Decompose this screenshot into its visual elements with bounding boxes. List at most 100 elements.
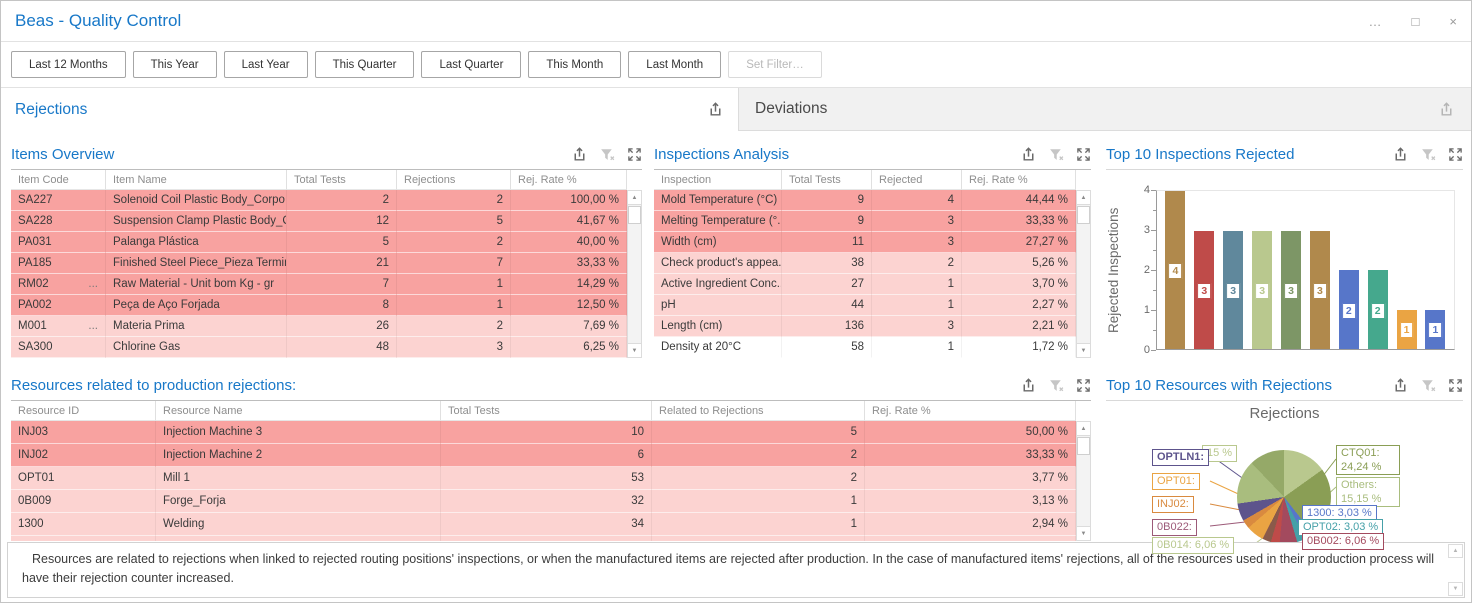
- close-icon[interactable]: ×: [1449, 14, 1457, 29]
- tab-deviations[interactable]: Deviations: [738, 88, 1471, 131]
- table-row[interactable]: Active Ingredient Conc...2713,70 %: [654, 274, 1076, 295]
- table-row[interactable]: pH4412,27 %: [654, 295, 1076, 316]
- scroll-down-icon[interactable]: ▼: [1076, 343, 1091, 358]
- maximize-icon[interactable]: □: [1412, 14, 1420, 29]
- scroll-up-icon[interactable]: ▲: [627, 190, 642, 205]
- table-row[interactable]: OPTLN1Production Line 111332,65 %: [11, 536, 1076, 541]
- bar[interactable]: 3: [1252, 231, 1272, 350]
- vertical-scrollbar[interactable]: ▲▼: [627, 190, 642, 358]
- bar[interactable]: 4: [1165, 191, 1185, 349]
- clear-filter-icon[interactable]: [1420, 377, 1437, 394]
- bar[interactable]: 3: [1310, 231, 1330, 350]
- expand-icon[interactable]: [627, 147, 642, 162]
- column-header[interactable]: Rej. Rate %: [962, 170, 1076, 190]
- pie-label-inj02[interactable]: INJ02:: [1152, 496, 1194, 513]
- column-header[interactable]: Total Tests: [782, 170, 872, 190]
- scroll-thumb[interactable]: [1077, 206, 1090, 224]
- pie-label-others[interactable]: Others: 15,15 %: [1336, 477, 1400, 507]
- table-row[interactable]: RM02...Raw Material - Unit bom Kg - gr71…: [11, 274, 627, 295]
- export-icon[interactable]: [1392, 377, 1409, 394]
- export-icon[interactable]: [1438, 101, 1455, 118]
- table-row[interactable]: Melting Temperature (°...9333,33 %: [654, 211, 1076, 232]
- column-header[interactable]: Item Code: [11, 170, 106, 190]
- scroll-thumb[interactable]: [628, 206, 641, 224]
- table-row[interactable]: SA227Solenoid Coil Plastic Body_Corpo Pl…: [11, 190, 627, 211]
- pie-label-0b014[interactable]: 0B014: 6,06 %: [1152, 537, 1234, 554]
- pie-label-0b002[interactable]: 0B002: 6,06 %: [1302, 533, 1384, 550]
- vertical-scrollbar[interactable]: ▲▼: [1076, 421, 1091, 541]
- pie-label-opt01[interactable]: OPT01:: [1152, 473, 1200, 490]
- export-icon[interactable]: [1020, 146, 1037, 163]
- vertical-scrollbar[interactable]: ▲▼: [1076, 190, 1091, 358]
- column-header[interactable]: Related to Rejections: [652, 401, 865, 421]
- scroll-down-icon[interactable]: ▼: [627, 343, 642, 358]
- expand-icon[interactable]: [1448, 147, 1463, 162]
- period-button-last-quarter[interactable]: Last Quarter: [421, 51, 521, 78]
- table-row[interactable]: PA002Peça de Aço Forjada8112,50 %: [11, 295, 627, 316]
- export-icon[interactable]: [707, 101, 724, 118]
- column-header[interactable]: Rejections: [397, 170, 511, 190]
- scroll-thumb[interactable]: [1077, 437, 1090, 455]
- bar[interactable]: 3: [1281, 231, 1301, 350]
- more-options-icon[interactable]: …: [1369, 14, 1382, 29]
- scroll-down-icon[interactable]: ▼: [1448, 582, 1463, 596]
- bar[interactable]: 1: [1425, 310, 1445, 350]
- column-header[interactable]: Total Tests: [287, 170, 397, 190]
- export-icon[interactable]: [571, 146, 588, 163]
- set-filter-button[interactable]: Set Filter…: [728, 51, 822, 78]
- expand-icon[interactable]: [1076, 147, 1091, 162]
- period-button-this-quarter[interactable]: This Quarter: [315, 51, 415, 78]
- note-scrollbar[interactable]: ▲▼: [1447, 543, 1464, 597]
- table-row[interactable]: INJ03Injection Machine 310550,00 %: [11, 421, 1076, 444]
- period-button-last-month[interactable]: Last Month: [628, 51, 721, 78]
- export-icon[interactable]: [1392, 146, 1409, 163]
- table-row[interactable]: M001...Materia Prima2627,69 %: [11, 316, 627, 337]
- clear-filter-icon[interactable]: [1048, 146, 1065, 163]
- table-row[interactable]: Length (cm)13632,21 %: [654, 316, 1076, 337]
- period-button-this-month[interactable]: This Month: [528, 51, 621, 78]
- table-row[interactable]: 0B009Forge_Forja3213,13 %: [11, 490, 1076, 513]
- pie-label-0b022[interactable]: 0B022:: [1152, 519, 1197, 536]
- table-row[interactable]: PA185Finished Steel Piece_Pieza Terminad…: [11, 253, 627, 274]
- pie-label-optln1[interactable]: OPTLN1:: [1152, 449, 1209, 466]
- table-row[interactable]: Check product's appea...3825,26 %: [654, 253, 1076, 274]
- table-row[interactable]: OPT01Mill 15323,77 %: [11, 467, 1076, 490]
- export-icon[interactable]: [1020, 377, 1037, 394]
- clear-filter-icon[interactable]: [1048, 377, 1065, 394]
- scroll-down-icon[interactable]: ▼: [1076, 526, 1091, 541]
- column-header[interactable]: Inspection: [654, 170, 782, 190]
- period-button-last-12-months[interactable]: Last 12 Months: [11, 51, 126, 78]
- bar[interactable]: 2: [1368, 270, 1388, 349]
- bar[interactable]: 3: [1223, 231, 1243, 350]
- cell-id: INJ03: [11, 421, 156, 444]
- scroll-up-icon[interactable]: ▲: [1076, 190, 1091, 205]
- table-row[interactable]: PA031Palanga Plástica5240,00 %: [11, 232, 627, 253]
- column-header[interactable]: Total Tests: [441, 401, 652, 421]
- table-row[interactable]: 1300Welding3412,94 %: [11, 513, 1076, 536]
- bar[interactable]: 1: [1397, 310, 1417, 350]
- clear-filter-icon[interactable]: [1420, 146, 1437, 163]
- period-button-this-year[interactable]: This Year: [133, 51, 217, 78]
- bar[interactable]: 2: [1339, 270, 1359, 349]
- table-row[interactable]: SA228Suspension Clamp Plastic Body_Cue..…: [11, 211, 627, 232]
- table-row[interactable]: Density at 20°C5811,72 %: [654, 337, 1076, 358]
- table-row[interactable]: SA300Chlorine Gas4836,25 %: [11, 337, 627, 358]
- column-header[interactable]: Rej. Rate %: [865, 401, 1076, 421]
- period-button-last-year[interactable]: Last Year: [224, 51, 308, 78]
- table-row[interactable]: INJ02Injection Machine 26233,33 %: [11, 444, 1076, 467]
- table-row[interactable]: Width (cm)11327,27 %: [654, 232, 1076, 253]
- clear-filter-icon[interactable]: [599, 146, 616, 163]
- column-header[interactable]: Item Name: [106, 170, 287, 190]
- scroll-up-icon[interactable]: ▲: [1448, 544, 1463, 558]
- bar[interactable]: 3: [1194, 231, 1214, 350]
- expand-icon[interactable]: [1448, 378, 1463, 393]
- expand-icon[interactable]: [1076, 378, 1091, 393]
- column-header[interactable]: Rejected: [872, 170, 962, 190]
- column-header[interactable]: Resource Name: [156, 401, 441, 421]
- tab-rejections[interactable]: Rejections: [1, 88, 738, 131]
- scroll-up-icon[interactable]: ▲: [1076, 421, 1091, 436]
- pie-label-ctq01[interactable]: CTQ01: 24,24 %: [1336, 445, 1400, 475]
- column-header[interactable]: Rej. Rate %: [511, 170, 627, 190]
- column-header[interactable]: Resource ID: [11, 401, 156, 421]
- table-row[interactable]: Mold Temperature (°C)9444,44 %: [654, 190, 1076, 211]
